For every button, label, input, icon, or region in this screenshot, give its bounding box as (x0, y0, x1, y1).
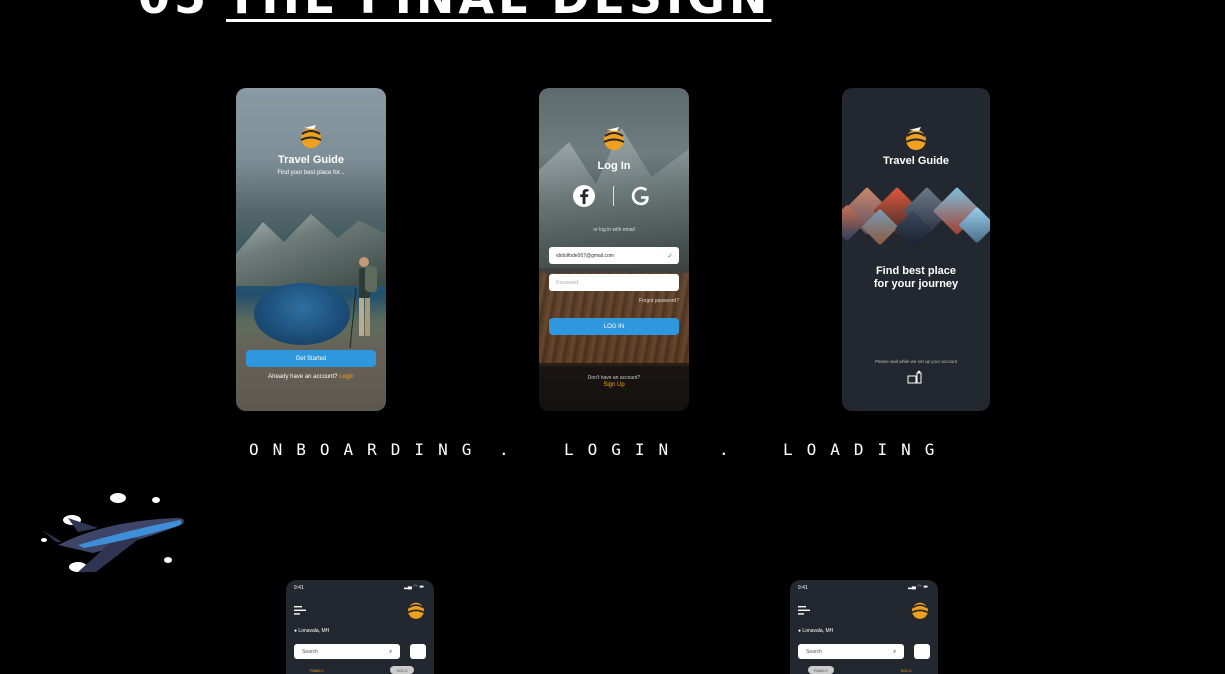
home-screen-1: 9:41 ▂▄ ◠ ▬ ● Lonavala, MH Search ⌕ FAMI… (286, 580, 434, 674)
login-title: Log In (597, 160, 631, 172)
filter-button[interactable] (410, 644, 426, 659)
search-input[interactable]: Search (294, 644, 400, 659)
headline-line-1: Find best place (875, 265, 957, 277)
bottom-overlay (539, 366, 689, 411)
app-title: Travel Guide (277, 154, 345, 166)
login-link[interactable]: Login (339, 374, 354, 380)
app-tagline: Find your best place for... (277, 170, 345, 176)
airplane-illustration (41, 493, 184, 572)
caption-dot-1: . (499, 440, 523, 459)
status-icons: ▂▄ ◠ ▬ (404, 584, 424, 590)
filter-button[interactable] (914, 644, 930, 659)
travel-icon (907, 370, 922, 384)
section-number: 05 (138, 0, 210, 24)
forgot-password-link[interactable]: Forgot password? (639, 298, 679, 304)
status-time: 9:41 (798, 585, 808, 591)
search-input[interactable]: Search (798, 644, 904, 659)
globe-logo-icon (905, 127, 927, 150)
password-field[interactable]: Password (549, 274, 679, 291)
location-pin-icon: ● (294, 628, 298, 634)
menu-icon[interactable] (798, 606, 810, 615)
onboarding-screen: Travel Guide Find your best place for...… (236, 88, 386, 411)
account-prompt: Already have an account? Login (236, 374, 386, 380)
location-text: Lonavala, MH (298, 628, 330, 634)
location-text: Lonavala, MH (802, 628, 834, 634)
account-text: Already have an account? (268, 374, 338, 380)
location-pin-icon: ● (798, 628, 802, 634)
divider (613, 186, 614, 206)
email-field[interactable]: vbdolfode007@gmail.com ✓ (549, 247, 679, 264)
menu-icon[interactable] (294, 606, 306, 615)
caption-dot-2: . (719, 440, 743, 459)
caption-loading: LOADING (783, 440, 949, 459)
chip-family[interactable]: FAMILY (304, 666, 330, 674)
globe-logo-icon (407, 602, 425, 619)
search-icon[interactable]: ⌕ (893, 648, 896, 656)
login-button[interactable]: LOG IN (549, 318, 679, 335)
get-started-button[interactable]: Get Started (246, 350, 376, 367)
facebook-icon[interactable] (573, 185, 595, 207)
search-icon[interactable]: ⌕ (389, 648, 392, 656)
caption-onboarding: ONBOARDING (249, 440, 486, 459)
overlay (236, 331, 386, 411)
wait-text: Please wait while we set up your account (874, 359, 958, 364)
chip-solo[interactable]: SOLO (390, 666, 414, 674)
status-time: 9:41 (294, 585, 304, 591)
headline-line-2: for your journey (873, 278, 959, 290)
chip-solo[interactable]: SOLO (894, 666, 918, 674)
location-label: ● Lonavala, MH (798, 628, 833, 634)
globe-logo-icon (603, 127, 625, 150)
section-heading: THE FINAL DESIGN (226, 0, 771, 24)
section-title: 05 THE FINAL DESIGN (138, 0, 771, 24)
signup-link[interactable]: Sign Up (539, 382, 689, 388)
email-value: vbdolfode007@gmail.com (556, 252, 614, 259)
check-icon: ✓ (667, 252, 673, 260)
photo-collage (842, 184, 990, 248)
google-icon[interactable] (631, 186, 651, 206)
home-screen-2: 9:41 ▂▄ ◠ ▬ ● Lonavala, MH Search ⌕ FAMI… (790, 580, 938, 674)
globe-logo-icon (911, 602, 929, 619)
loading-screen: Travel Guide Find best place for your jo… (842, 88, 990, 411)
location-label: ● Lonavala, MH (294, 628, 329, 634)
caption-login: LOGIN (564, 440, 683, 459)
globe-logo-icon (300, 125, 322, 148)
app-title: Travel Guide (882, 155, 950, 167)
no-account-text: Don't have an account? (587, 375, 641, 381)
chip-family[interactable]: FAMILY (808, 666, 834, 674)
status-icons: ▂▄ ◠ ▬ (908, 584, 928, 590)
login-screen: Log In or log in with email vbdolfode007… (539, 88, 689, 411)
alt-login-text: or log in with email (593, 227, 635, 233)
